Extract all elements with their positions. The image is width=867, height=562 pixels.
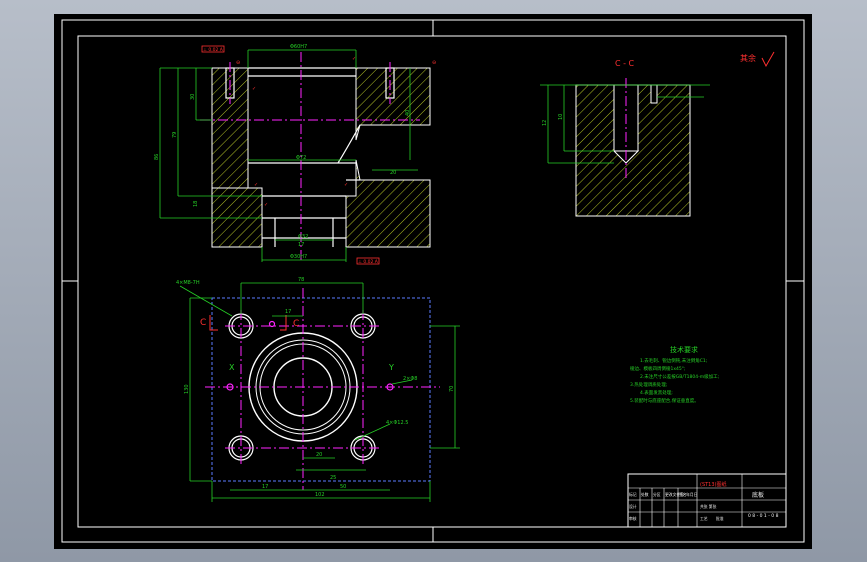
svg-text:4×M8-7H: 4×M8-7H: [176, 280, 200, 286]
svg-text:2.未注尺寸公差按GB/T1804-m级加工;: 2.未注尺寸公差按GB/T1804-m级加工;: [640, 373, 719, 380]
dim-30: 30: [190, 94, 196, 100]
gdt-frame-bottom: ⊥ 0.02 A: [356, 257, 380, 265]
svg-text:标记: 标记: [629, 492, 637, 497]
dim-17: 17: [298, 242, 304, 248]
drawing-sheet[interactable]: Φ60H7 79 86 30 18 40 Φ72 Φ32 Φ30H7 20 17…: [0, 0, 867, 562]
svg-text:设计: 设计: [629, 504, 637, 509]
svg-text:⊖: ⊖: [236, 60, 240, 66]
svg-text:棱边、模板四周倒棱1x45°;: 棱边、模板四周倒棱1x45°;: [630, 365, 686, 372]
svg-text:✓: ✓: [352, 56, 356, 62]
svg-text:50: 50: [340, 484, 346, 490]
cc-pin-hole: [650, 84, 658, 104]
section-mark-c-left: C: [200, 318, 206, 328]
svg-text:70: 70: [449, 386, 455, 392]
svg-text:分区: 分区: [653, 492, 661, 497]
dim-40: 40: [405, 110, 411, 116]
svg-text:✓: ✓: [252, 86, 256, 92]
svg-text:12: 12: [542, 120, 548, 126]
datum-y: Y: [388, 363, 394, 372]
svg-text:其余: 其余: [740, 53, 756, 63]
svg-text:2×Φ8: 2×Φ8: [403, 376, 418, 382]
svg-text:批准: 批准: [716, 516, 724, 521]
svg-text:130: 130: [184, 384, 190, 394]
cad-viewport[interactable]: Φ60H7 79 86 30 18 40 Φ72 Φ32 Φ30H7 20 17…: [0, 0, 867, 562]
dim-depth-86: 86: [154, 154, 160, 160]
svg-text:25: 25: [330, 475, 336, 481]
dim-20: 20: [390, 170, 396, 176]
part-name: 底板: [752, 491, 764, 499]
drawing-number: 0 8 - 0 1 - 0 8: [748, 513, 779, 519]
datum-x: X: [229, 363, 235, 372]
svg-text:4×Φ12.5: 4×Φ12.5: [386, 420, 408, 426]
svg-text:1.去毛刺、锐边倒钝,未注倒角C1;: 1.去毛刺、锐边倒钝,未注倒角C1;: [640, 357, 707, 364]
svg-text:审核: 审核: [629, 516, 637, 521]
svg-text:⊥ 0.02 A: ⊥ 0.02 A: [358, 259, 379, 265]
tech-req-title: 技术要求: [670, 345, 698, 354]
drawing-background: [54, 14, 812, 549]
svg-text:✓: ✓: [264, 202, 268, 208]
dim-32: Φ32: [298, 234, 308, 240]
svg-text:17: 17: [285, 309, 291, 315]
svg-text:20: 20: [316, 452, 322, 458]
dim-top-width: Φ60H7: [290, 44, 307, 50]
section-cc-label: C - C: [615, 59, 635, 68]
gdt-frame-top: ⊥ 0.02 A: [201, 45, 225, 53]
dim-72: Φ72: [296, 155, 306, 161]
dim-18: 18: [193, 201, 199, 207]
dim-depth-79: 79: [172, 132, 178, 138]
svg-text:⊥ 0.02 A: ⊥ 0.02 A: [203, 47, 224, 53]
dim-bottom: Φ30H7: [290, 254, 307, 260]
svg-text:工艺: 工艺: [700, 516, 708, 521]
school-mark: (ST13)图纸: [700, 481, 727, 488]
svg-text:17: 17: [262, 484, 268, 490]
svg-text:78: 78: [298, 277, 304, 283]
svg-text:3.热处理调质处理;: 3.热处理调质处理;: [630, 381, 667, 388]
svg-text:处数: 处数: [641, 492, 649, 497]
svg-text:✓: ✓: [254, 182, 258, 188]
svg-text:✓: ✓: [344, 182, 348, 188]
svg-text:⊖: ⊖: [432, 60, 436, 66]
svg-text:4.表面发黑处理;: 4.表面发黑处理;: [640, 389, 673, 396]
svg-text:年月日: 年月日: [686, 492, 698, 497]
svg-text:10: 10: [558, 114, 564, 120]
svg-text:102: 102: [315, 492, 325, 498]
svg-text:共张 第张: 共张 第张: [700, 504, 717, 509]
svg-text:5.装配时与底座配合,保证垂直度。: 5.装配时与底座配合,保证垂直度。: [630, 397, 699, 404]
section-mark-c-right: C: [293, 319, 299, 329]
